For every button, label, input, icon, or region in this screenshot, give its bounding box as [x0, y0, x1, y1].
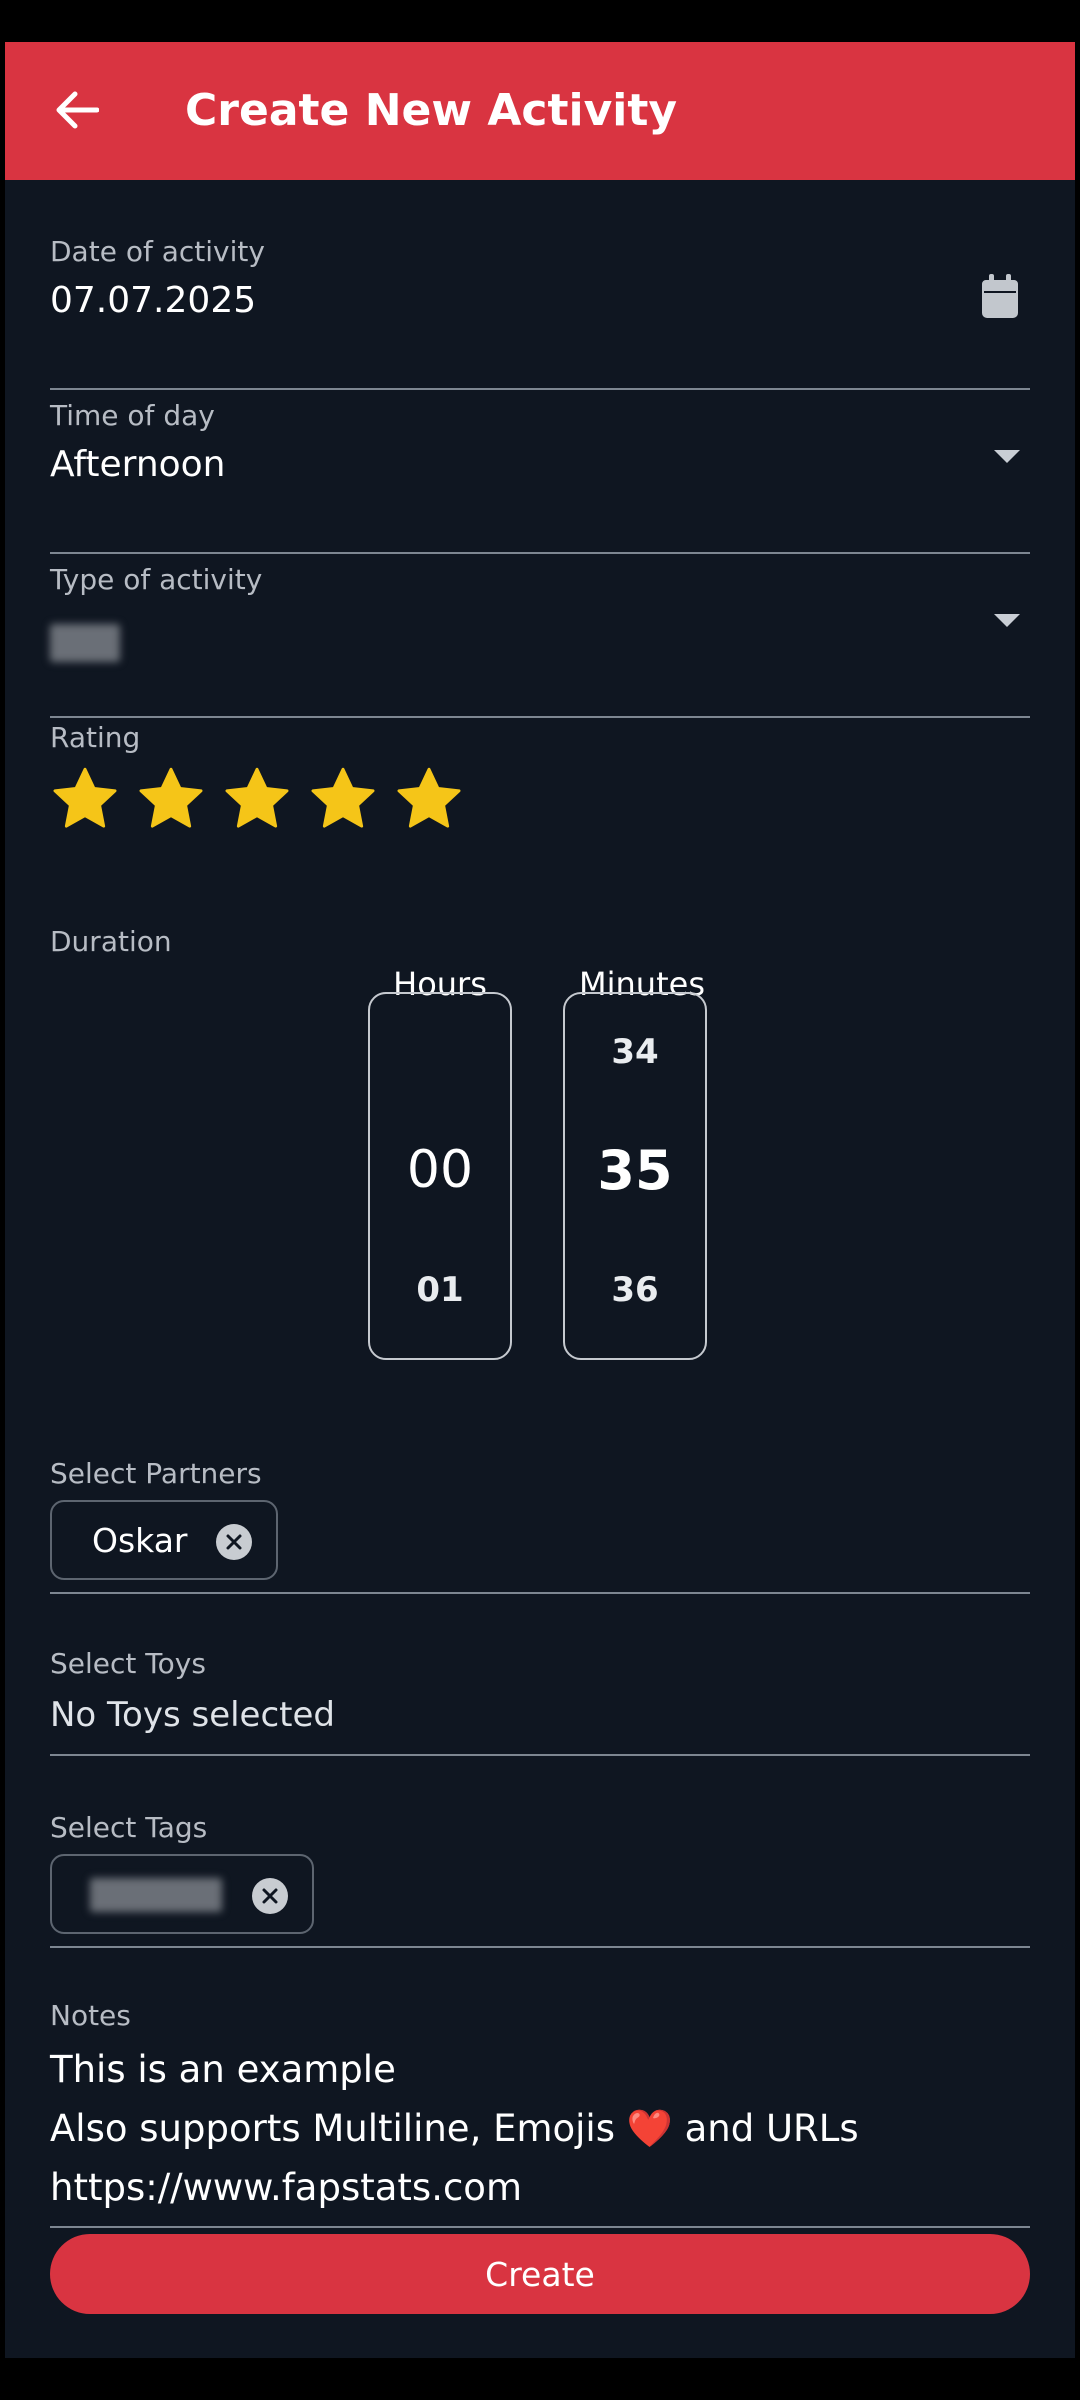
app-bar: Create New Activity: [5, 42, 1075, 180]
tag-chip[interactable]: [50, 1854, 314, 1934]
notes-line: Also supports Multiline, Emojis ❤️ and U…: [50, 2099, 1030, 2158]
date-label: Date of activity: [50, 235, 265, 268]
notes-text: This is an example Also supports Multili…: [50, 2040, 1030, 2217]
star-icon[interactable]: [394, 764, 464, 834]
rating-label: Rating: [50, 721, 141, 754]
hours-wheel[interactable]: 00 01: [368, 992, 512, 1360]
time-of-day-underline: [50, 552, 1030, 554]
minutes-next: 36: [611, 1270, 659, 1310]
minutes-wheel[interactable]: 34 35 36: [563, 992, 707, 1360]
tags-underline: [50, 1946, 1030, 1948]
tags-label: Select Tags: [50, 1811, 208, 1844]
hours-next: 01: [416, 1270, 464, 1310]
minutes-prev: 34: [611, 1032, 659, 1072]
notes-label: Notes: [50, 1999, 131, 2032]
activity-form-screen: Create New Activity Date of activity 07.…: [5, 42, 1075, 2358]
activity-type-label: Type of activity: [50, 563, 263, 596]
partners-label: Select Partners: [50, 1457, 262, 1490]
star-icon[interactable]: [222, 764, 292, 834]
date-field[interactable]: Date of activity 07.07.2025: [50, 234, 1030, 394]
time-of-day-value: Afternoon: [50, 444, 226, 485]
duration-label: Duration: [50, 925, 172, 958]
arrow-left-icon: [56, 91, 99, 129]
activity-type-underline: [50, 716, 1030, 718]
toys-label: Select Toys: [50, 1647, 206, 1680]
date-value: 07.07.2025: [50, 280, 257, 321]
close-icon[interactable]: [216, 1524, 252, 1560]
star-icon[interactable]: [50, 764, 120, 834]
chevron-down-icon: [994, 450, 1020, 463]
create-button[interactable]: Create: [50, 2234, 1030, 2314]
notes-link[interactable]: https://www.fapstats.com: [50, 2158, 1030, 2217]
partner-chip[interactable]: Oskar: [50, 1500, 278, 1580]
minutes-current: 35: [597, 1139, 673, 1202]
close-icon[interactable]: [252, 1878, 288, 1914]
tags-select[interactable]: Select Tags: [50, 1810, 1030, 1950]
back-button[interactable]: [41, 80, 113, 140]
tag-chip-redacted-label: [90, 1878, 222, 1912]
rating-stars[interactable]: [50, 764, 464, 834]
toys-select[interactable]: Select Toys No Toys selected: [50, 1646, 1030, 1786]
notes-line-suffix: and URLs: [684, 2107, 859, 2150]
notes-line-prefix: Also supports Multiline, Emojis: [50, 2107, 615, 2150]
heart-emoji: ❤️: [626, 2107, 673, 2150]
date-underline: [50, 388, 1030, 390]
activity-type-select[interactable]: Type of activity: [50, 562, 1030, 722]
star-icon[interactable]: [308, 764, 378, 834]
notes-field[interactable]: Notes This is an example Also supports M…: [50, 1998, 1030, 2238]
time-of-day-select[interactable]: Time of day Afternoon: [50, 398, 1030, 558]
calendar-icon[interactable]: [980, 274, 1020, 324]
partners-underline: [50, 1592, 1030, 1594]
chevron-down-icon: [994, 614, 1020, 627]
notes-line: This is an example: [50, 2048, 396, 2091]
time-of-day-label: Time of day: [50, 399, 215, 432]
star-icon[interactable]: [136, 764, 206, 834]
toys-value: No Toys selected: [50, 1695, 335, 1735]
page-title: Create New Activity: [185, 85, 678, 136]
notes-underline: [50, 2226, 1030, 2228]
partner-chip-label: Oskar: [92, 1520, 188, 1560]
activity-type-redacted-value: [50, 624, 120, 662]
partners-select[interactable]: Select Partners Oskar: [50, 1456, 1030, 1596]
create-button-label: Create: [485, 2254, 595, 2294]
toys-underline: [50, 1754, 1030, 1756]
hours-current: 00: [406, 1140, 474, 1200]
